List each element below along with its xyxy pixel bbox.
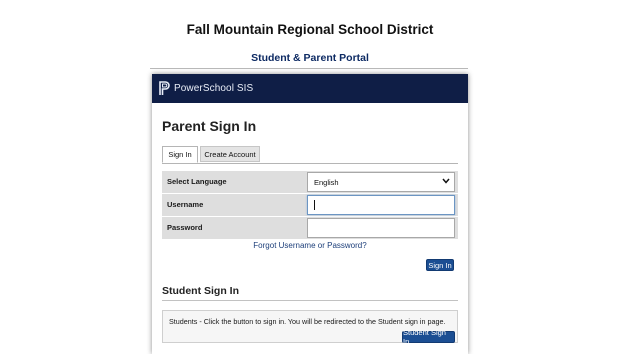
forgot-credentials-link[interactable]: Forgot Username or Password? xyxy=(0,241,620,250)
chevron-down-icon xyxy=(442,178,450,186)
language-select[interactable]: English xyxy=(307,172,455,192)
card-header: PowerSchool SIS xyxy=(152,74,468,103)
district-title: Fall Mountain Regional School District xyxy=(186,22,434,37)
student-signin-message: Students - Click the button to sign in. … xyxy=(169,317,446,326)
student-signin-box: Students - Click the button to sign in. … xyxy=(162,310,458,346)
text-cursor xyxy=(314,200,315,210)
language-label: Select Language xyxy=(167,177,227,186)
password-label: Password xyxy=(167,223,203,232)
portal-title: Student & Parent Portal xyxy=(251,52,369,64)
powerschool-p-logo-icon xyxy=(159,81,170,96)
language-row: Select Language English xyxy=(162,171,458,193)
tab-create-account[interactable]: Create Account xyxy=(200,146,260,162)
tab-sign-in[interactable]: Sign In xyxy=(162,146,198,163)
username-input[interactable] xyxy=(307,195,455,215)
student-divider xyxy=(162,300,458,301)
student-signin-heading: Student Sign In xyxy=(162,285,239,297)
parent-signin-heading: Parent Sign In xyxy=(162,118,257,134)
parent-signin-form: Select Language English Username Passwor… xyxy=(162,171,458,240)
language-select-value: English xyxy=(314,177,339,187)
student-sign-in-button[interactable]: Student Sign In xyxy=(402,328,455,346)
password-row: Password xyxy=(162,217,458,239)
username-row: Username xyxy=(162,194,458,216)
brand-name: PowerSchool SIS xyxy=(174,83,254,94)
password-input[interactable] xyxy=(307,218,455,238)
sign-in-button[interactable]: Sign In xyxy=(426,259,454,271)
signin-tabs: Sign In Create Account xyxy=(162,146,458,164)
title-divider xyxy=(150,68,468,69)
username-label: Username xyxy=(167,200,204,209)
